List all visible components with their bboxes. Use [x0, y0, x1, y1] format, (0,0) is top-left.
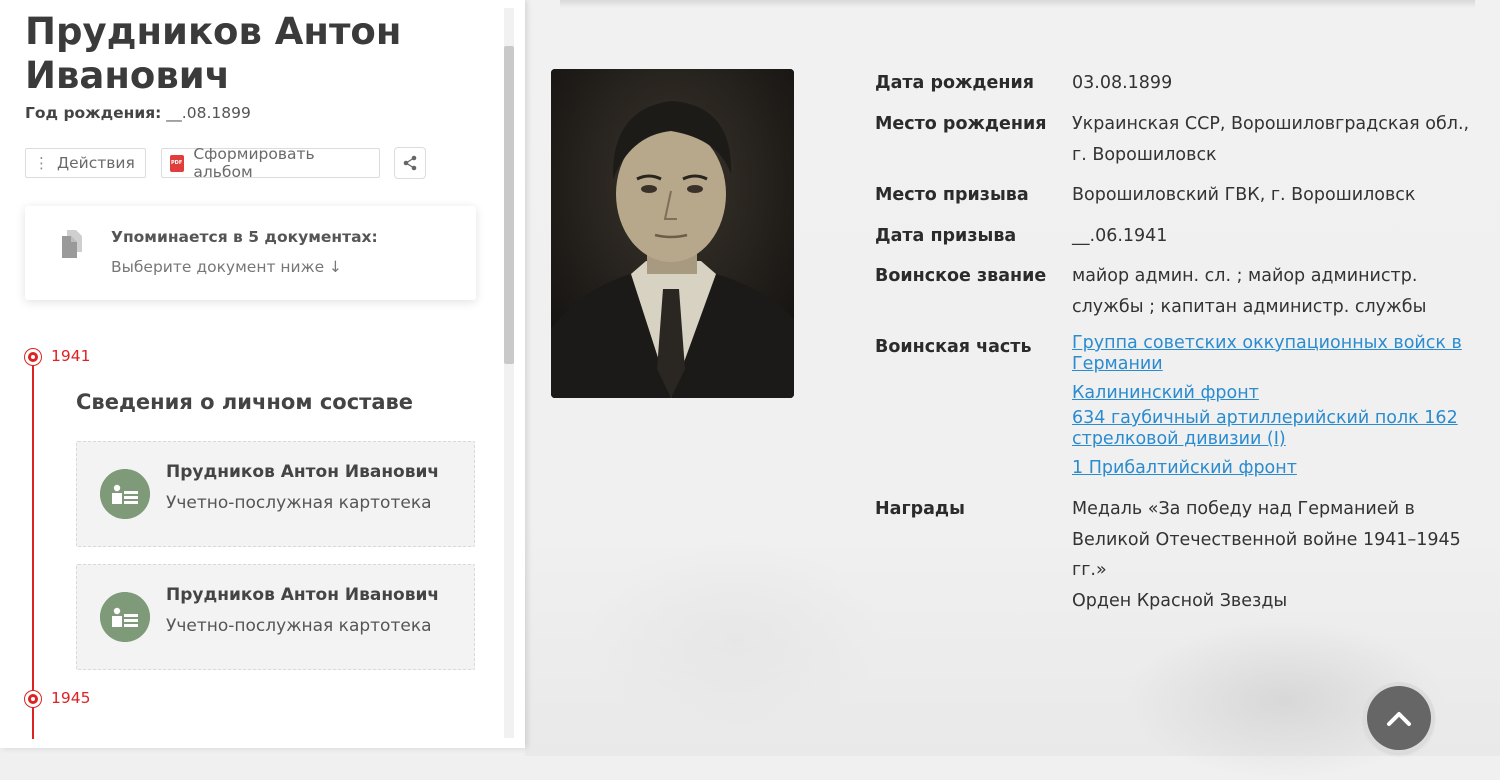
sidebar-scroll-thumb[interactable]: [504, 46, 514, 364]
share-icon: [403, 155, 417, 171]
unit-link[interactable]: 1 Прибалтийский фронт: [1072, 458, 1472, 479]
sidebar-scrollbar[interactable]: [504, 8, 514, 738]
record-name: Прудников Антон Иванович: [166, 585, 440, 605]
awards-list: Медаль «За победу над Германией в Велико…: [1072, 494, 1467, 616]
unit-list: Группа советских оккупационных войск в Г…: [1072, 333, 1472, 479]
birth-place-value: Украинская ССР, Ворошиловградская обл., …: [1072, 114, 1470, 165]
birth-place-label: Место рождения: [875, 114, 1047, 134]
documents-icon: [62, 230, 82, 258]
scroll-top-button[interactable]: [1367, 686, 1431, 750]
actions-button-label: Действия: [57, 154, 135, 172]
rank-value: майор админ. сл. ; майор администр. служ…: [1072, 266, 1427, 317]
chevron-up-icon: [1387, 712, 1411, 726]
record-type: Учетно-послужная картотека: [166, 616, 432, 636]
record-name: Прудников Антон Иванович: [166, 462, 440, 482]
timeline-line: [32, 357, 34, 739]
award-item: Медаль «За победу над Германией в Велико…: [1072, 499, 1461, 580]
draft-date-label: Дата призыва: [875, 226, 1017, 246]
record-type: Учетно-послужная картотека: [166, 493, 432, 513]
timeline-year-end[interactable]: 1945: [51, 689, 90, 707]
create-album-label: Сформировать альбом: [193, 145, 315, 181]
person-photo[interactable]: [551, 69, 794, 398]
unit-label: Воинская часть: [875, 337, 1032, 357]
timeline-dot: [25, 349, 41, 365]
actions-button[interactable]: ⋮ Действия: [25, 148, 146, 178]
rank-label: Воинское звание: [875, 266, 1047, 286]
award-item: Орден Красной Звезды: [1072, 590, 1288, 611]
section-title: Сведения о личном составе: [76, 390, 414, 414]
draft-place-label: Место призыва: [875, 185, 1029, 205]
record-card[interactable]: Прудников Антон Иванович Учетно-послужна…: [76, 441, 475, 547]
birth-date-value: 03.08.1899: [1072, 73, 1173, 93]
record-card[interactable]: Прудников Антон Иванович Учетно-послужна…: [76, 564, 475, 670]
mentions-title: Упоминается в 5 документах:: [111, 228, 378, 246]
header-shadow: [560, 0, 1475, 8]
sidebar: Прудников Антон Иванович Год рождения: _…: [0, 0, 525, 748]
awards-label: Награды: [875, 499, 965, 519]
more-vertical-icon: ⋮: [34, 154, 49, 172]
birth-year-row: Год рождения: __.08.1899: [25, 104, 251, 122]
birth-year-label: Год рождения:: [25, 104, 162, 122]
record-card-icon: [100, 592, 150, 642]
pdf-icon: [170, 154, 185, 172]
mentions-subtitle: Выберите документ ниже ↓: [111, 258, 343, 276]
create-album-button[interactable]: Сформировать альбом: [161, 145, 380, 181]
record-card-icon: [100, 469, 150, 519]
birth-date-label: Дата рождения: [875, 73, 1034, 93]
draft-place-value: Ворошиловский ГВК, г. Ворошиловск: [1072, 185, 1416, 205]
share-button[interactable]: [394, 147, 426, 179]
person-name: Прудников Антон Иванович: [25, 10, 402, 97]
birth-year-value: __.08.1899: [166, 104, 251, 122]
timeline-dot: [25, 691, 41, 707]
unit-link[interactable]: Группа советских оккупационных войск в Г…: [1072, 333, 1472, 375]
unit-link[interactable]: 634 гаубичный артиллерийский полк 162 ст…: [1072, 408, 1472, 450]
draft-date-value: __.06.1941: [1072, 226, 1168, 246]
timeline-year-start[interactable]: 1941: [51, 347, 90, 365]
unit-link[interactable]: Калининский фронт: [1072, 383, 1472, 404]
mentions-card: Упоминается в 5 документах: Выберите док…: [25, 206, 476, 300]
portrait-image: [551, 69, 794, 398]
